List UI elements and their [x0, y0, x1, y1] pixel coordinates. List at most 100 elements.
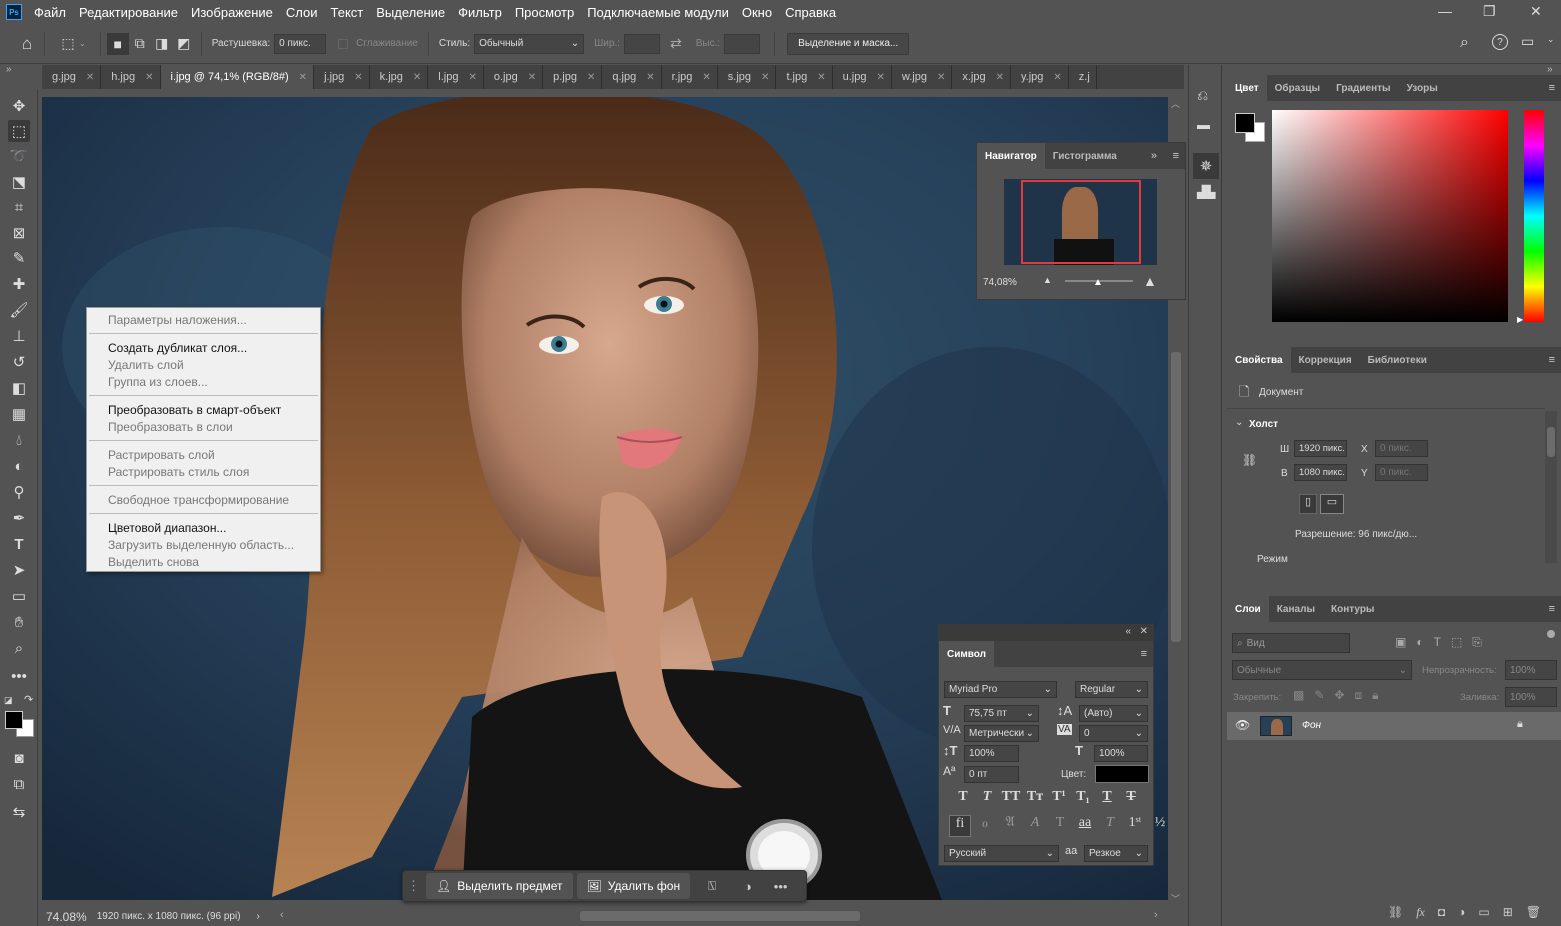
expand-icon[interactable]: »	[1151, 150, 1157, 162]
adjustment-layer-filter-icon[interactable]: ◐	[1416, 635, 1423, 650]
lock-artboard-icon[interactable]: ⧈	[1354, 688, 1362, 703]
type-layer-filter-icon[interactable]: T	[1434, 635, 1441, 650]
crop-tool-icon[interactable]: ⌗	[8, 196, 30, 218]
zoom-level[interactable]: 74.08%	[46, 910, 87, 924]
ordinal-icon[interactable]: 1ˢᵗ	[1124, 815, 1146, 837]
panel-tab[interactable]: Узоры	[1399, 75, 1446, 101]
close-tab-icon[interactable]: ✕	[996, 72, 1004, 83]
close-tab-icon[interactable]: ✕	[761, 72, 769, 83]
close-tab-icon[interactable]: ✕	[1053, 72, 1061, 83]
tab-navigator[interactable]: Навигатор	[977, 143, 1045, 169]
faux-bold-icon[interactable]: T	[953, 789, 973, 805]
navigator-view-box[interactable]	[1021, 180, 1141, 264]
subtract-selection-icon[interactable]: ◨	[151, 33, 173, 55]
zoom-out-icon[interactable]: ▲	[1043, 275, 1052, 285]
ligatures-icon[interactable]: fi	[949, 815, 971, 837]
filter-toggle-icon[interactable]	[1547, 630, 1555, 638]
antialias-select[interactable]: Резкое ⌄	[1084, 845, 1148, 862]
opacity-input[interactable]: 100%	[1505, 660, 1557, 680]
language-select[interactable]: Русский ⌄	[944, 845, 1059, 862]
smart-object-filter-icon[interactable]: ⎘	[1472, 635, 1482, 650]
close-tab-icon[interactable]: ✕	[587, 72, 595, 83]
context-menu-item[interactable]: Преобразовать в смарт-объект	[87, 401, 320, 418]
document-tab[interactable]: z.j	[1069, 65, 1097, 89]
document-tab[interactable]: j.jpg ✕	[314, 65, 370, 89]
chevron-down-icon[interactable]: ⌄	[1235, 417, 1243, 428]
blend-mode-select[interactable]: Обычные ⌄	[1232, 660, 1412, 680]
stylistic-alternates-icon[interactable]: A	[1024, 815, 1046, 837]
adjustment-icon[interactable]: ◑	[744, 879, 752, 894]
pen-tool-icon[interactable]: ✒	[8, 507, 30, 529]
close-icon[interactable]: ✕	[1530, 3, 1542, 20]
menu-item[interactable]: Редактирование	[79, 5, 178, 20]
add-mask-icon[interactable]: ◘	[1438, 905, 1445, 919]
eye-icon[interactable]: 👁︎	[1235, 718, 1250, 732]
context-menu-item[interactable]: Цветовой диапазон...	[87, 519, 320, 536]
foreground-color-swatch[interactable]	[1235, 113, 1255, 133]
stamp-tool-icon[interactable]: ⊥	[8, 325, 30, 347]
swap-colors-icon[interactable]: ↷	[24, 693, 33, 706]
foreground-color-swatch[interactable]	[5, 711, 23, 729]
landscape-orientation-icon[interactable]: ▭	[1320, 494, 1344, 514]
close-tab-icon[interactable]: ✕	[528, 72, 536, 83]
select-and-mask-button[interactable]: Выделение и маска...	[787, 32, 910, 55]
marquee-rect-icon[interactable]: ⬚	[57, 33, 79, 55]
gradient-tool-icon[interactable]: ▦	[8, 403, 30, 425]
menu-item[interactable]: Просмотр	[515, 5, 574, 20]
canvas-height-input[interactable]: 1080 пикс.	[1294, 464, 1347, 481]
document-tab[interactable]: l.jpg ✕	[428, 65, 484, 89]
menu-item[interactable]: Подключаемые модули	[587, 5, 729, 20]
blur-tool-icon[interactable]: 💧︎	[8, 429, 30, 451]
document-tab[interactable]: s.jpg ✕	[718, 65, 777, 89]
restore-icon[interactable]: ❐	[1483, 3, 1496, 20]
close-tab-icon[interactable]: ✕	[937, 72, 945, 83]
document-tab[interactable]: x.jpg ✕	[952, 65, 1011, 89]
search-icon[interactable]: ⌕	[1460, 34, 1469, 52]
new-selection-icon[interactable]: ■	[106, 32, 129, 55]
context-menu-item[interactable]: Создать дубликат слоя...	[87, 339, 320, 356]
y-input[interactable]: 0 пикс.	[1375, 464, 1428, 481]
link-layers-icon[interactable]: ⛓︎	[1388, 905, 1403, 919]
move-tool-icon[interactable]: ✥	[8, 95, 30, 117]
lock-transparent-icon[interactable]: ▩	[1293, 688, 1304, 703]
document-tab[interactable]: t.jpg ✕	[776, 65, 833, 89]
panel-menu-icon[interactable]: ≡	[1173, 150, 1179, 162]
layer-filter-search[interactable]: ⌕ Вид	[1232, 633, 1350, 653]
horizontal-scroll-thumb[interactable]	[580, 911, 860, 921]
strikethrough-icon[interactable]: T	[1121, 789, 1141, 805]
menu-item[interactable]: Справка	[785, 5, 836, 20]
intersect-selection-icon[interactable]: ◩	[173, 33, 195, 55]
font-style-select[interactable]: Regular ⌄	[1075, 681, 1148, 698]
font-family-select[interactable]: Myriad Pro ⌄	[944, 681, 1057, 698]
panel-tab[interactable]: Слои	[1227, 596, 1269, 622]
kerning-select[interactable]: Метрически ⌄	[964, 725, 1039, 742]
panel-menu-icon[interactable]: ≡	[1141, 648, 1147, 660]
menu-item[interactable]: Окно	[742, 5, 772, 20]
menu-item[interactable]: Выделение	[376, 5, 445, 20]
pixel-layer-filter-icon[interactable]: ▣	[1395, 635, 1406, 650]
screen-mode-icon[interactable]: ⧉	[8, 773, 30, 795]
close-tab-icon[interactable]: ✕	[145, 72, 153, 83]
transform-icon[interactable]: ⍂	[708, 878, 716, 894]
eyedropper-icon[interactable]: ✎	[8, 247, 30, 269]
scroll-right-icon[interactable]: ›	[1154, 909, 1158, 921]
small-caps-icon[interactable]: Tт	[1025, 789, 1045, 805]
document-tab[interactable]: r.jpg ✕	[662, 65, 718, 89]
rectangle-tool-icon[interactable]: ▭	[8, 585, 30, 607]
properties-scrollbar[interactable]	[1545, 411, 1557, 563]
brush-tool-icon[interactable]: 🖌︎	[8, 299, 30, 321]
document-tab[interactable]: q.jpg ✕	[602, 65, 662, 89]
tab-histogram[interactable]: Гистограмма	[1045, 143, 1125, 169]
menu-item[interactable]: Файл	[34, 5, 66, 20]
zoom-tool-icon[interactable]: ⌕	[8, 637, 30, 659]
type-tool-icon[interactable]: T	[8, 533, 30, 555]
portrait-orientation-icon[interactable]: ▯	[1299, 494, 1317, 514]
lock-icon[interactable]: 🔒︎	[1517, 718, 1523, 731]
collapse-icon[interactable]: «	[1125, 626, 1131, 637]
lock-position-icon[interactable]: ✥	[1334, 688, 1344, 703]
canvas-width-input[interactable]: 1920 пикс.	[1294, 440, 1347, 457]
new-group-icon[interactable]: ▭	[1478, 905, 1489, 919]
horizontal-scrollbar[interactable]: ‹ ›	[270, 908, 1168, 924]
document-tab[interactable]: h.jpg ✕	[101, 65, 161, 89]
menu-item[interactable]: Фильтр	[458, 5, 502, 20]
